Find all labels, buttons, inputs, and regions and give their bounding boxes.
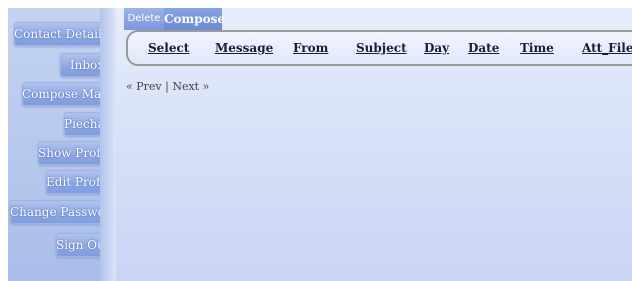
column-message[interactable]: Message [215,41,273,55]
column-att-file[interactable]: Att_File [582,41,632,55]
sidebar-item-compose-mail[interactable]: Compose Mail [22,82,110,106]
prev-page-link[interactable]: « Prev [126,80,162,93]
delete-button[interactable]: Delete [124,8,164,30]
sidebar-item-change-password[interactable]: Change Password [10,200,118,224]
column-from[interactable]: From [293,41,328,55]
column-time[interactable]: Time [520,41,554,55]
next-page-link[interactable]: Next » [172,80,209,93]
column-subject[interactable]: Subject [356,41,407,55]
column-date[interactable]: Date [468,41,499,55]
compose-button[interactable]: Compose [164,8,225,30]
sidebar-item-contact-details[interactable]: Contact Details [14,22,110,46]
pagination: « Prev | Next » [126,80,209,93]
table-header: Select Message From Subject Day Date Tim… [126,30,632,66]
sidebar: Contact Details Inbox Compose Mail Piech… [8,8,118,281]
column-select[interactable]: Select [148,41,189,55]
mail-panel: Delete Compose Select Message From Subje… [116,8,632,281]
sidebar-divider [100,8,116,281]
pager-separator: | [165,80,169,93]
column-day[interactable]: Day [424,41,449,55]
